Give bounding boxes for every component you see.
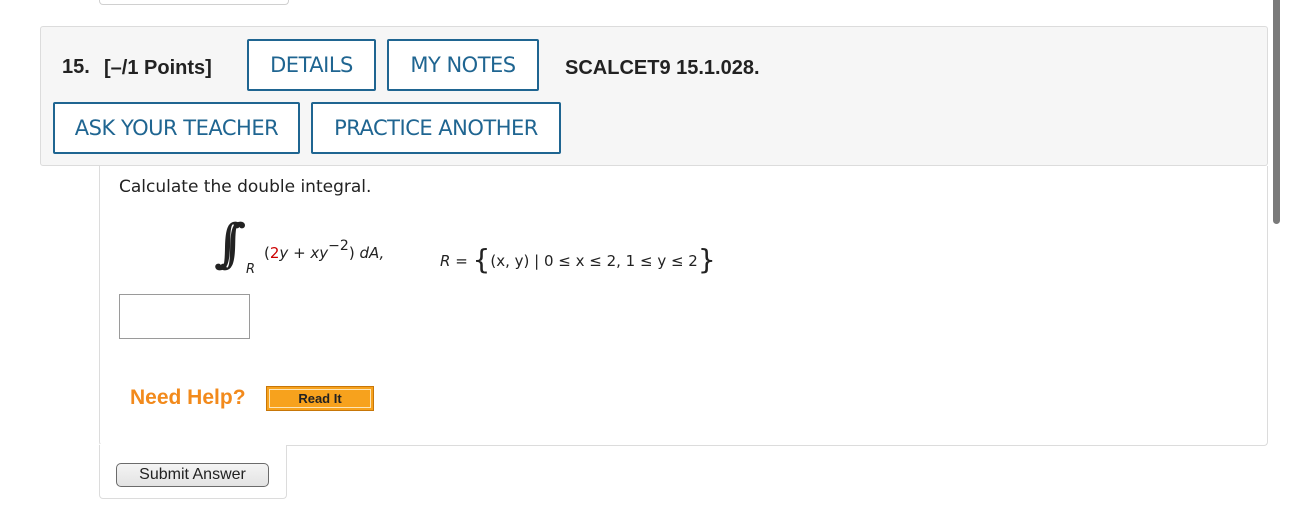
need-help-label: Need Help?: [130, 386, 246, 409]
answer-input[interactable]: [119, 294, 250, 339]
panel-join: [100, 444, 286, 447]
integrand-xy: xy: [310, 244, 329, 262]
set-body: (x, y) | 0 ≤ x ≤ 2, 1 ≤ y ≤ 2: [490, 252, 698, 270]
integrand-coefficient: 2: [269, 244, 280, 262]
integrand-plus: +: [288, 244, 311, 262]
question-reference: SCALCET9 15.1.028.: [565, 57, 760, 79]
integral-region-subscript: R: [246, 262, 256, 277]
practice-another-button[interactable]: PRACTICE ANOTHER: [311, 102, 561, 154]
set-close-brace: }: [697, 243, 716, 276]
details-button[interactable]: DETAILS: [247, 39, 376, 91]
set-open-brace: {: [472, 243, 491, 276]
integrand-da: dA,: [354, 244, 385, 262]
read-it-label: Read It: [269, 389, 371, 408]
previous-question-panel-edge: [99, 0, 289, 5]
region-equals: =: [450, 252, 473, 270]
double-integral-symbol: ∫∫: [214, 214, 247, 274]
question-prompt: Calculate the double integral.: [119, 177, 372, 197]
integrand-y: y: [279, 244, 289, 262]
scrollbar-thumb[interactable]: [1273, 0, 1280, 224]
region-label: R: [440, 252, 451, 270]
integrand-exponent: −2: [328, 238, 349, 254]
ask-your-teacher-button[interactable]: ASK YOUR TEACHER: [53, 102, 300, 154]
read-it-button[interactable]: Read It: [266, 386, 374, 411]
submit-answer-button[interactable]: Submit Answer: [116, 463, 269, 487]
question-number: 15.: [62, 56, 90, 78]
my-notes-button[interactable]: MY NOTES: [387, 39, 539, 91]
integrand: (2y + xy−2) dA,: [264, 238, 385, 262]
question-points: [–/1 Points]: [104, 57, 212, 79]
region-definition: R = {(x, y) | 0 ≤ x ≤ 2, 1 ≤ y ≤ 2}: [440, 240, 716, 276]
